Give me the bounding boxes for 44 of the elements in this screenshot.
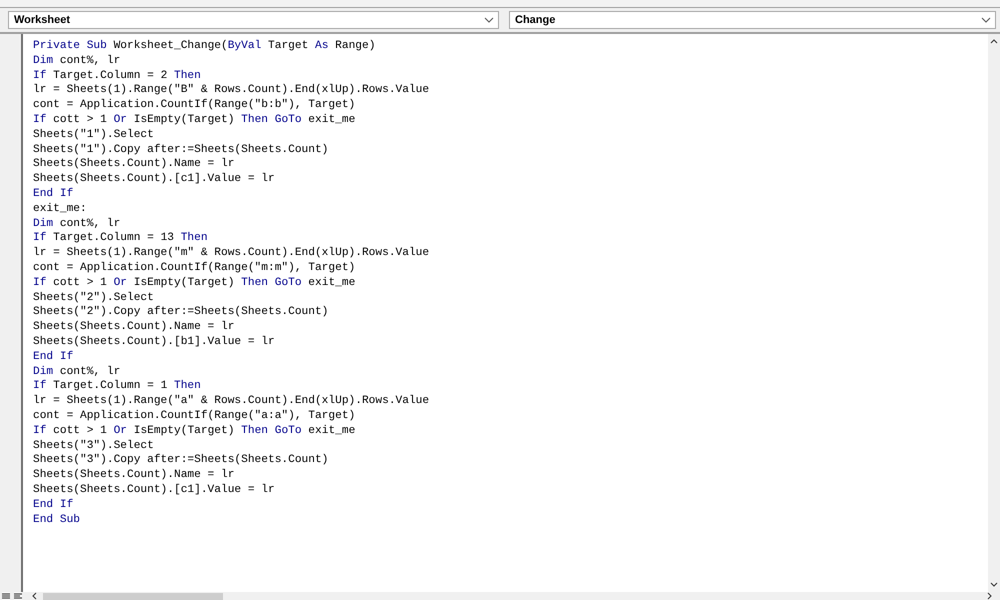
code-line: cont = Application.CountIf(Range("b:b"), Target) xyxy=(33,98,356,113)
code-line: exit_me: xyxy=(33,202,87,217)
code-line: cont = Application.CountIf(Range("m:m"), Target) xyxy=(33,260,356,276)
code-line: End Sub xyxy=(33,512,80,528)
code-line: Sheets("1").Select xyxy=(33,128,154,143)
scroll-right-icon[interactable] xyxy=(987,592,992,600)
object-dropdown[interactable]: Worksheet xyxy=(8,11,499,29)
code-line: Sheets("3").Select xyxy=(33,438,154,454)
code-line: lr = Sheets(1).Range("m" & Rows.Count).End(xlUp).Rows.Value xyxy=(33,246,430,261)
chevron-down-icon xyxy=(981,17,991,23)
procedure-view-icon[interactable] xyxy=(0,592,12,600)
code-line: Private Sub Worksheet_Change(ByVal Target As Range) xyxy=(33,39,376,54)
code-line: End If xyxy=(33,350,74,365)
code-line: If Target.Column = 2 Then xyxy=(33,68,201,84)
scroll-down-icon[interactable] xyxy=(990,582,998,587)
code-line: Sheets(Sheets.Count).[b1].Value = lr xyxy=(33,334,275,350)
code-line: Sheets(Sheets.Count).Name = lr xyxy=(33,468,234,483)
code-line: If cott > 1 Or IsEmpty(Target) Then GoTo exit_me xyxy=(33,276,356,291)
code-line: Sheets("2").Select xyxy=(33,290,154,306)
full-module-view-icon[interactable] xyxy=(12,592,24,600)
code-line: Sheets(Sheets.Count).Name = lr xyxy=(33,157,234,172)
code-line: lr = Sheets(1).Range("a" & Rows.Count).End(xlUp).Rows.Value xyxy=(33,394,430,409)
code-line: If Target.Column = 1 Then xyxy=(33,379,201,394)
chevron-down-icon xyxy=(484,17,494,23)
code-line: Sheets("3").Copy after:=Sheets(Sheets.Count) xyxy=(33,453,328,468)
code-line: Dim cont%, lr xyxy=(33,216,120,232)
scrollbar-thumb[interactable] xyxy=(43,592,223,600)
code-line: End If xyxy=(33,498,74,512)
code-line: End If xyxy=(33,186,74,202)
code-line: Sheets(Sheets.Count).Name = lr xyxy=(33,320,234,335)
code-line: If cott > 1 Or IsEmpty(Target) Then GoTo exit_me xyxy=(33,424,356,439)
code-line: Sheets(Sheets.Count).[c1].Value = lr xyxy=(33,482,275,498)
code-line: Dim cont%, lr xyxy=(33,364,120,380)
code-line: If Target.Column = 13 Then xyxy=(33,231,208,246)
code-line: Sheets("2").Copy after:=Sheets(Sheets.Count) xyxy=(33,305,328,320)
code-line: Dim cont%, lr xyxy=(33,54,120,69)
code-line: cont = Application.CountIf(Range("a:a"), Target) xyxy=(33,408,356,424)
scroll-up-icon[interactable] xyxy=(990,39,998,44)
code-line: Sheets(Sheets.Count).[c1].Value = lr xyxy=(33,172,275,187)
scroll-left-icon[interactable] xyxy=(32,592,37,600)
code-line: Sheets("1").Copy after:=Sheets(Sheets.Count) xyxy=(33,142,328,158)
procedure-dropdown[interactable]: Change xyxy=(509,11,996,29)
code-line: lr = Sheets(1).Range("B" & Rows.Count).End(xlUp).Rows.Value xyxy=(33,83,430,98)
code-line: If cott > 1 Or IsEmpty(Target) Then GoTo exit_me xyxy=(33,112,356,128)
